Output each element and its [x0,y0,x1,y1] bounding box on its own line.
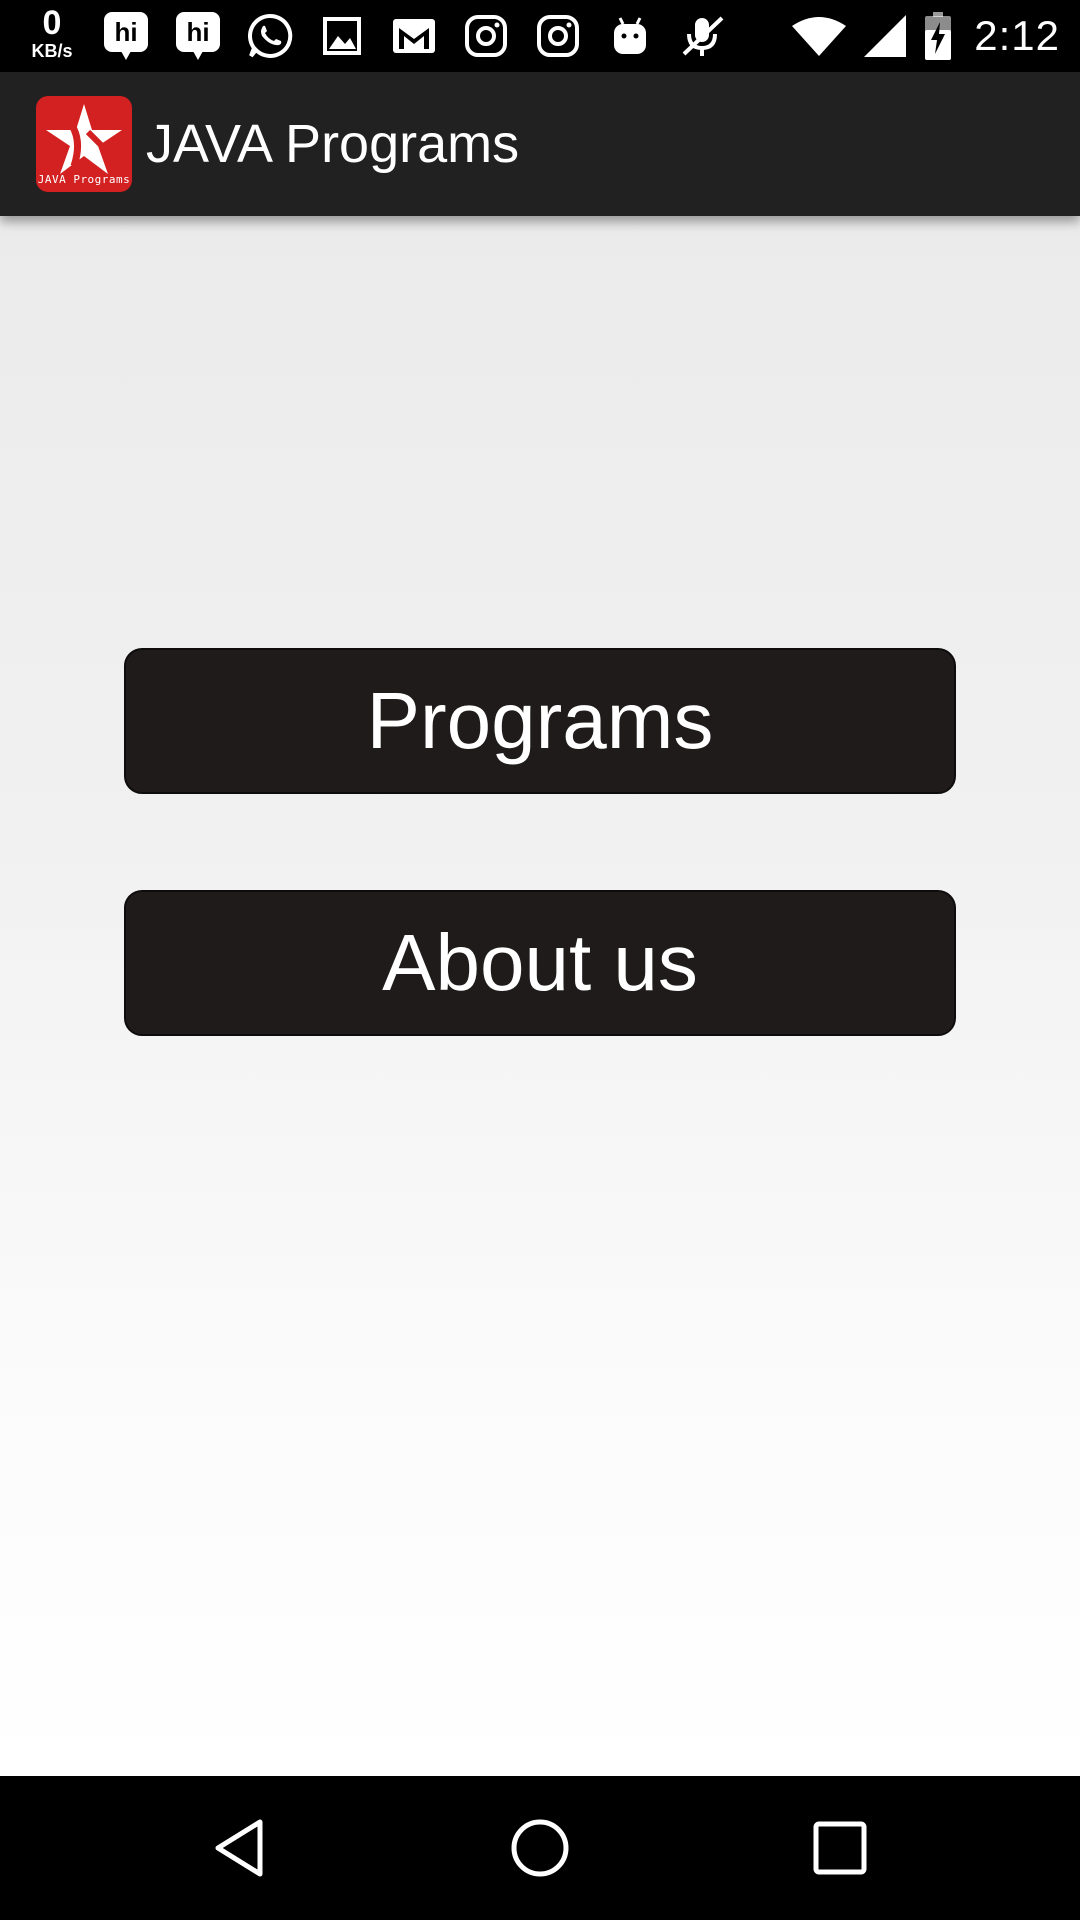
logo-caption: JAVA Programs [37,173,131,186]
whatsapp-icon [244,10,296,62]
network-speed-indicator: 0 KB/s [24,6,80,60]
back-button[interactable] [190,1798,290,1898]
wifi-icon [792,16,847,56]
instagram-icon [532,10,584,62]
recents-icon [813,1821,867,1875]
system-status-icons: 2:12 [774,10,1060,62]
instagram-icon [460,10,512,62]
main-content: Programs About us [0,216,1080,1776]
back-icon [215,1819,263,1877]
android-debug-icon [604,10,656,62]
status-time: 2:12 [974,12,1060,59]
notification-icons: hi hi [100,10,748,62]
app-bar: JAVA Programs JAVA Programs [0,72,1080,216]
svg-text:hi: hi [186,17,209,47]
svg-text:hi: hi [114,17,137,47]
network-speed-value: 0 [42,4,62,42]
home-button[interactable] [490,1798,590,1898]
app-title: JAVA Programs [146,114,520,174]
app-logo: JAVA Programs [36,96,132,192]
hike-messenger-icon: hi [172,10,224,62]
muted-microphone-icon [676,10,728,62]
gmail-icon [388,10,440,62]
programs-button[interactable]: Programs [124,648,956,794]
image-icon [316,10,368,62]
recents-button[interactable] [790,1798,890,1898]
status-bar: 0 KB/s hi hi 2:12 [0,0,1080,72]
network-speed-unit: KB/s [31,41,73,61]
battery-charging-icon [924,12,952,60]
navigation-bar [0,1776,1080,1920]
cell-signal-icon [864,15,907,57]
about-us-button[interactable]: About us [124,890,956,1036]
home-icon [511,1819,569,1877]
hike-messenger-icon: hi [100,10,152,62]
